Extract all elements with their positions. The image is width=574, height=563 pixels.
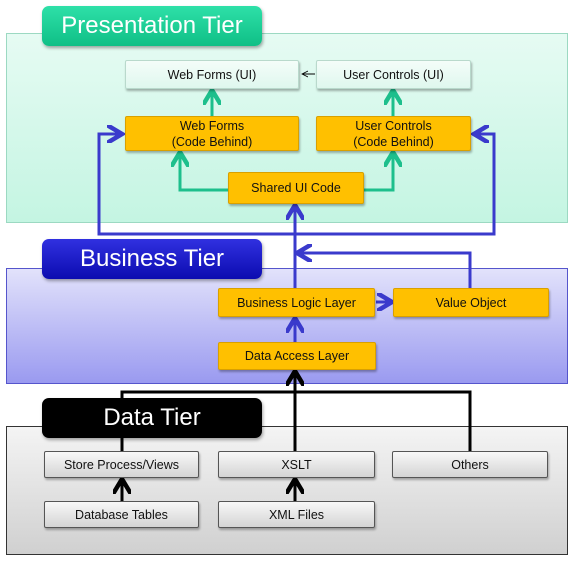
arrow-shared-to-uccb (364, 155, 393, 192)
label-line-2: (Code Behind) (353, 134, 434, 149)
business-tier-label: Business Tier (42, 239, 262, 279)
business-logic-layer-box: Business Logic Layer (218, 288, 375, 317)
user-controls-ui-box: User Controls (UI) (316, 60, 471, 89)
shared-ui-code-box: Shared UI Code (228, 172, 364, 204)
architecture-diagram: Presentation Tier Business Tier Data Tie… (0, 0, 574, 563)
store-process-views-box: Store Process/Views (44, 451, 199, 478)
label-line-1: Web Forms (179, 118, 245, 133)
user-controls-code-behind-box: User Controls (Code Behind) (316, 116, 471, 151)
value-object-box: Value Object (393, 288, 549, 317)
arrow-vo-to-bus (300, 253, 472, 288)
xml-files-box: XML Files (218, 501, 375, 528)
arrow-shared-to-wfcb (180, 155, 228, 192)
data-tier-label: Data Tier (42, 398, 262, 438)
web-forms-ui-box: Web Forms (UI) (125, 60, 299, 89)
label-line-2: (Code Behind) (171, 134, 253, 149)
xslt-box: XSLT (218, 451, 375, 478)
others-box: Others (392, 451, 548, 478)
data-access-layer-box: Data Access Layer (218, 342, 376, 370)
web-forms-code-behind-box: Web Forms (Code Behind) (125, 116, 299, 151)
presentation-tier-label: Presentation Tier (42, 6, 262, 46)
database-tables-box: Database Tables (44, 501, 199, 528)
label-line-1: User Controls (355, 118, 432, 133)
